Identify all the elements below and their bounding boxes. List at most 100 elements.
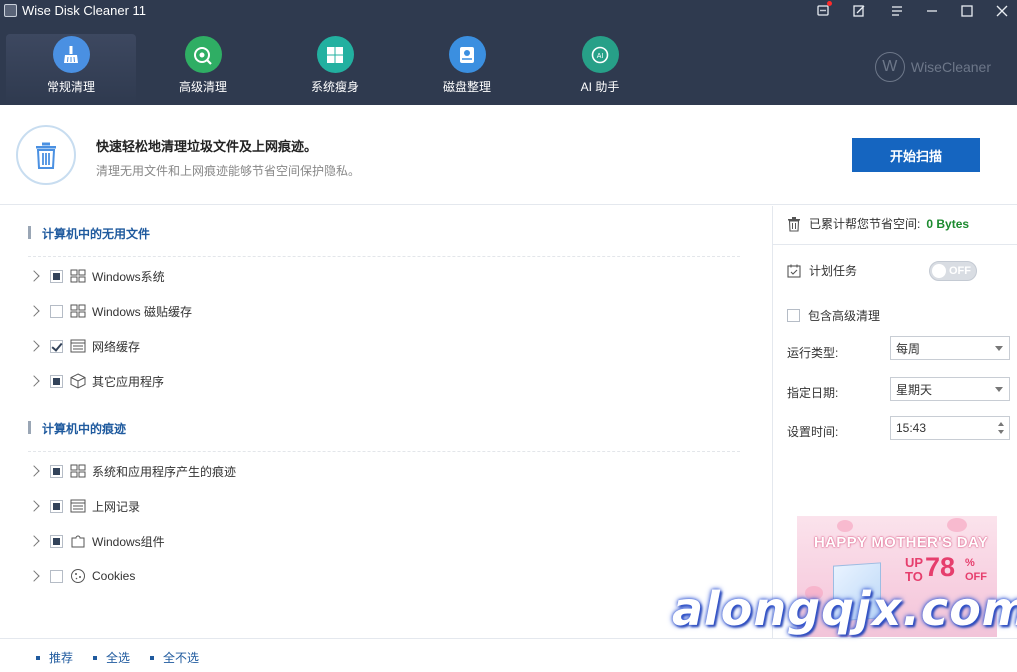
brand-logo: W WiseCleaner (874, 52, 991, 82)
item-checkbox[interactable] (50, 534, 63, 548)
run-type-select[interactable]: 每周 (890, 336, 1010, 360)
spin-down-icon[interactable] (998, 430, 1004, 434)
tab-system-slim[interactable]: 系统瘦身 (270, 34, 400, 104)
flower-decoration (947, 518, 967, 532)
chevron-right-icon[interactable] (28, 340, 40, 352)
trash-icon (16, 125, 76, 185)
tab-ai-assistant[interactable]: AI AI 助手 (535, 34, 665, 104)
list-item[interactable]: Windows组件 (28, 531, 165, 551)
select-none-link[interactable]: 全不选 (150, 649, 199, 666)
item-checkbox[interactable] (50, 499, 63, 513)
item-checkbox[interactable] (50, 269, 63, 283)
item-checkbox[interactable] (50, 374, 63, 388)
ai-icon: AI (581, 36, 619, 73)
promo-up-to: UP TO (905, 555, 924, 584)
close-icon[interactable] (985, 0, 1017, 22)
list-item[interactable]: 其它应用程序 (28, 371, 164, 391)
item-checkbox[interactable] (50, 339, 63, 353)
puzzle-icon (71, 535, 85, 548)
brand-name: WiseCleaner (910, 59, 991, 75)
item-checkbox[interactable] (50, 464, 63, 478)
chevron-right-icon[interactable] (28, 305, 40, 317)
menu-icon[interactable] (880, 0, 914, 22)
windows-icon (316, 36, 354, 73)
banner-subtitle: 清理无用文件和上网痕迹能够节省空间保护隐私。 (96, 164, 361, 178)
tab-disk-defrag[interactable]: 磁盘整理 (402, 34, 532, 104)
item-label: Cookies (92, 569, 136, 583)
brand-w-icon: W (874, 52, 905, 82)
include-advanced-checkbox[interactable] (787, 309, 800, 322)
list-item[interactable]: 网络缓存 (28, 336, 140, 356)
include-advanced-label: 包含高级清理 (808, 309, 881, 323)
chevron-right-icon[interactable] (28, 270, 40, 282)
schedule-panel: 已累计帮您节省空间: 0 Bytes 计划任务 OFF 包含高级清理 运行类型:… (772, 206, 1017, 638)
chevron-right-icon[interactable] (28, 535, 40, 547)
schedule-toggle[interactable]: OFF (929, 261, 977, 281)
disk-scan-icon (184, 36, 222, 73)
maximize-icon[interactable] (950, 0, 984, 22)
chevron-right-icon[interactable] (28, 500, 40, 512)
item-checkbox[interactable] (50, 304, 63, 318)
watermark: alongqjx.com (672, 582, 1017, 636)
app-title: Wise Disk Cleaner 11 (22, 3, 147, 18)
list-item[interactable]: Windows系统 (28, 266, 165, 286)
chevron-right-icon[interactable] (28, 465, 40, 477)
chevron-right-icon[interactable] (28, 375, 40, 387)
title-bar: Wise Disk Cleaner 11 (0, 0, 1017, 22)
browser-window-icon (70, 499, 86, 513)
clean-items-panel: 计算机中的无用文件 Windows系统 Windows 磁贴缓存 网络缓存 其它… (0, 206, 772, 638)
promo-title: HAPPY MOTHER'S DAY (814, 534, 989, 551)
item-label: 网络缓存 (92, 339, 141, 354)
list-item[interactable]: Windows 磁贴缓存 (28, 301, 192, 321)
dropdown-arrow-icon (995, 346, 1003, 351)
feedback-icon[interactable] (806, 0, 840, 22)
windows-grid-icon (70, 269, 86, 283)
list-item[interactable]: 系统和应用程序产生的痕迹 (28, 461, 236, 481)
disk-defrag-icon (448, 36, 486, 73)
saved-value: 0 Bytes (926, 216, 970, 231)
edit-icon[interactable] (842, 0, 876, 22)
item-label: Windows系统 (92, 269, 165, 284)
minimize-icon[interactable] (915, 0, 949, 22)
tab-label: 磁盘整理 (442, 80, 491, 94)
tab-label: 高级清理 (178, 80, 227, 94)
list-item[interactable]: 上网记录 (28, 496, 140, 516)
include-advanced-option[interactable]: 包含高级清理 (787, 307, 880, 324)
cookie-icon (71, 569, 85, 583)
banner-title: 快速轻松地清理垃圾文件及上网痕迹。 (96, 139, 318, 154)
toggle-knob (932, 264, 946, 278)
time-spinner[interactable]: 15:43 (890, 416, 1010, 440)
calendar-check-icon (787, 264, 801, 278)
windows-grid-icon (70, 464, 86, 478)
date-label: 指定日期: (787, 386, 839, 400)
start-scan-button[interactable]: 开始扫描 (852, 138, 980, 172)
time-value: 15:43 (896, 421, 927, 435)
broom-icon (52, 36, 90, 73)
app-logo-icon (4, 4, 17, 17)
item-checkbox[interactable] (50, 569, 63, 583)
divider (28, 451, 740, 452)
tab-advanced-clean[interactable]: 高级清理 (138, 34, 268, 104)
trash-small-icon (788, 216, 800, 232)
chevron-right-icon[interactable] (28, 570, 40, 582)
recommend-link[interactable]: 推荐 (36, 649, 73, 666)
select-all-link[interactable]: 全选 (93, 649, 130, 666)
time-label: 设置时间: (787, 425, 839, 439)
tab-label: AI 助手 (580, 80, 620, 94)
item-label: Windows组件 (92, 534, 165, 549)
spin-up-icon[interactable] (998, 422, 1004, 426)
dropdown-arrow-icon (995, 387, 1003, 392)
schedule-label: 计划任务 (809, 264, 858, 278)
tab-common-clean[interactable]: 常规清理 (6, 34, 136, 104)
date-select[interactable]: 星期天 (890, 377, 1010, 401)
promo-percent: 78 (925, 552, 956, 582)
item-label: 系统和应用程序产生的痕迹 (92, 464, 237, 479)
list-item[interactable]: Cookies (28, 566, 135, 586)
bottom-bar: 推荐 全选 全不选 (0, 638, 1017, 672)
item-label: 其它应用程序 (92, 374, 165, 389)
promo-off: % OFF (965, 557, 987, 583)
schedule-task: 计划任务 (787, 262, 857, 279)
app-header: Wise Disk Cleaner 11 常规清理 高级清理 系统瘦身 磁盘整理… (0, 0, 1017, 105)
date-value: 星期天 (896, 382, 933, 397)
section-title-traces: 计算机中的痕迹 (28, 420, 126, 437)
